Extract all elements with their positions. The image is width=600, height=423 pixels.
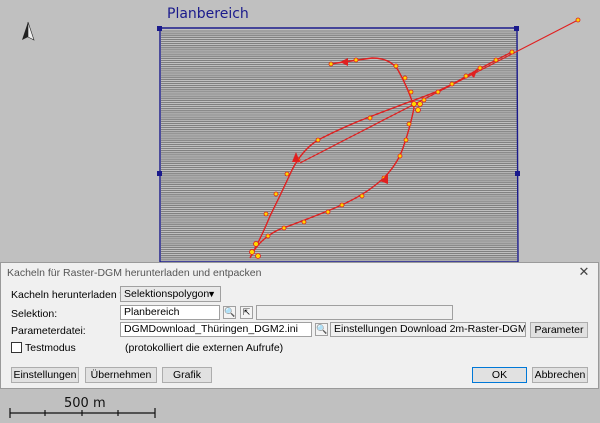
download-mode-value: Selektionspolygon bbox=[124, 288, 210, 300]
paramfile-field[interactable]: DGMDownload_Thüringen_DGM2.ini bbox=[120, 322, 312, 337]
settings-button[interactable]: Einstellungen bbox=[11, 367, 79, 383]
testmode-label: Testmodus bbox=[25, 342, 76, 354]
paramfile-description: Einstellungen Download 2m-Raster-DGM bbox=[330, 322, 526, 337]
pointer-icon[interactable]: ⇱ bbox=[240, 306, 253, 319]
chevron-down-icon: ▼ bbox=[207, 289, 216, 299]
paramfile-label: Parameterdatei: bbox=[11, 325, 86, 337]
ok-button[interactable]: OK bbox=[472, 367, 527, 383]
cancel-button[interactable]: Abbrechen bbox=[532, 367, 588, 383]
apply-button[interactable]: Übernehmen bbox=[85, 367, 157, 383]
close-icon[interactable]: ✕ bbox=[578, 264, 590, 280]
download-mode-select[interactable]: Selektionspolygon ▼ bbox=[120, 286, 221, 302]
search-icon[interactable]: 🔍 bbox=[223, 306, 236, 319]
selection-extra-field[interactable] bbox=[256, 305, 453, 320]
scale-label: 500 m bbox=[64, 396, 106, 411]
dialog-title: Kacheln für Raster-DGM herunterladen und… bbox=[7, 267, 262, 279]
graphic-button[interactable]: Grafik bbox=[162, 367, 212, 383]
download-label: Kacheln herunterladen für: bbox=[11, 289, 135, 301]
plan-area-title: Planbereich bbox=[167, 6, 249, 22]
testmode-checkbox[interactable] bbox=[11, 342, 22, 353]
selection-label: Selektion: bbox=[11, 308, 58, 320]
download-dialog: Kacheln für Raster-DGM herunterladen und… bbox=[0, 262, 599, 389]
selection-field[interactable]: Planbereich bbox=[120, 305, 220, 320]
testmode-note: (protokolliert die externen Aufrufe) bbox=[125, 342, 284, 354]
parameter-button[interactable]: Parameter bbox=[530, 322, 588, 338]
search-icon[interactable]: 🔍 bbox=[315, 323, 328, 336]
